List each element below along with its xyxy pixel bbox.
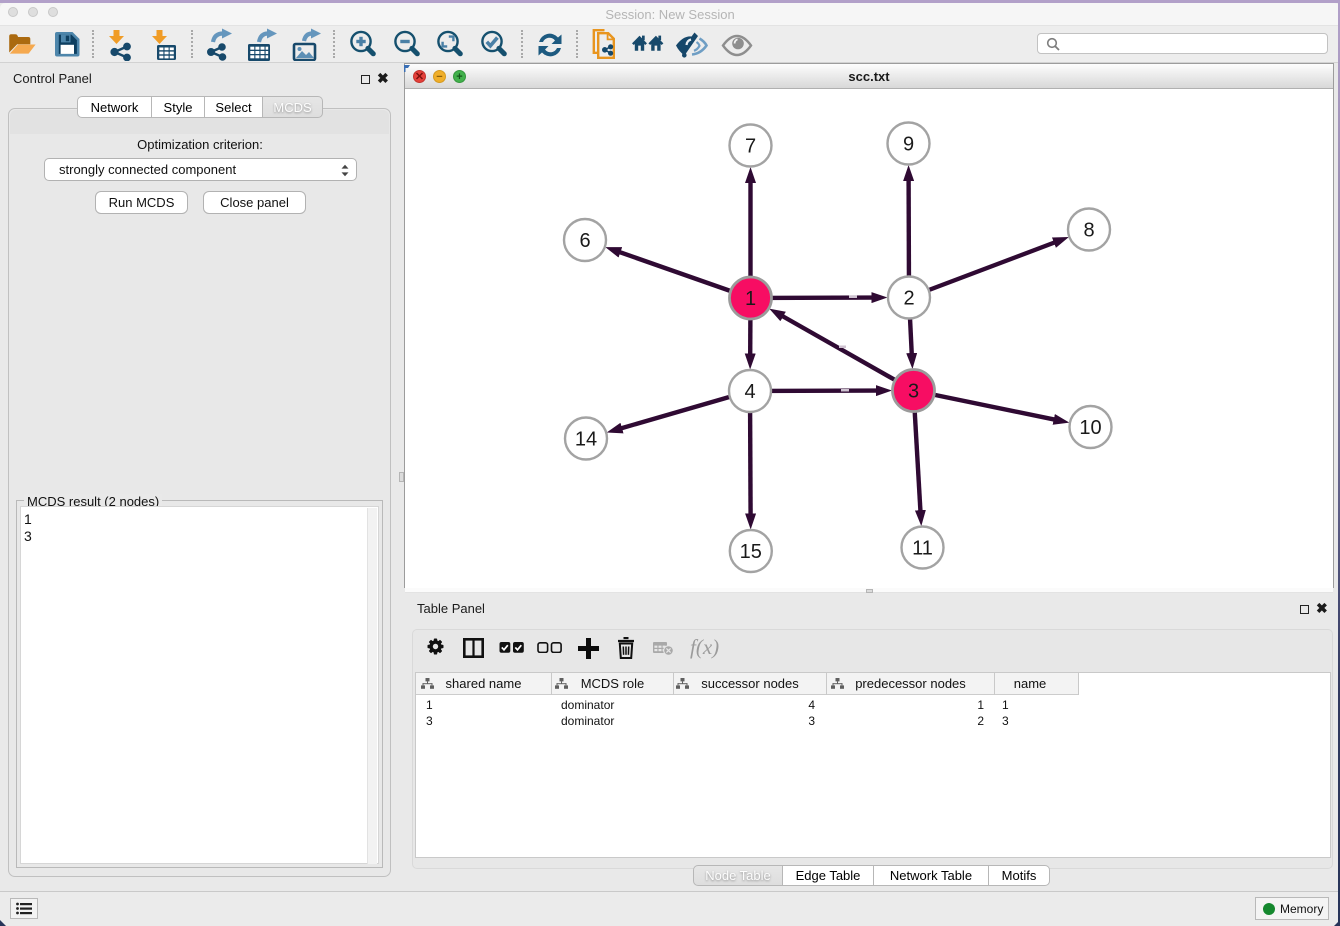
svg-text:7: 7 xyxy=(745,136,756,158)
svg-text:10: 10 xyxy=(1079,417,1101,439)
svg-text:9: 9 xyxy=(903,134,914,156)
svg-text:1: 1 xyxy=(745,288,756,310)
svg-text:15: 15 xyxy=(740,541,762,563)
svg-text:11: 11 xyxy=(912,538,933,560)
svg-text:14: 14 xyxy=(575,429,597,451)
svg-text:8: 8 xyxy=(1083,220,1094,242)
svg-text:2: 2 xyxy=(903,288,914,310)
svg-text:6: 6 xyxy=(579,230,590,252)
svg-text:3: 3 xyxy=(908,381,919,403)
svg-text:4: 4 xyxy=(744,381,755,403)
